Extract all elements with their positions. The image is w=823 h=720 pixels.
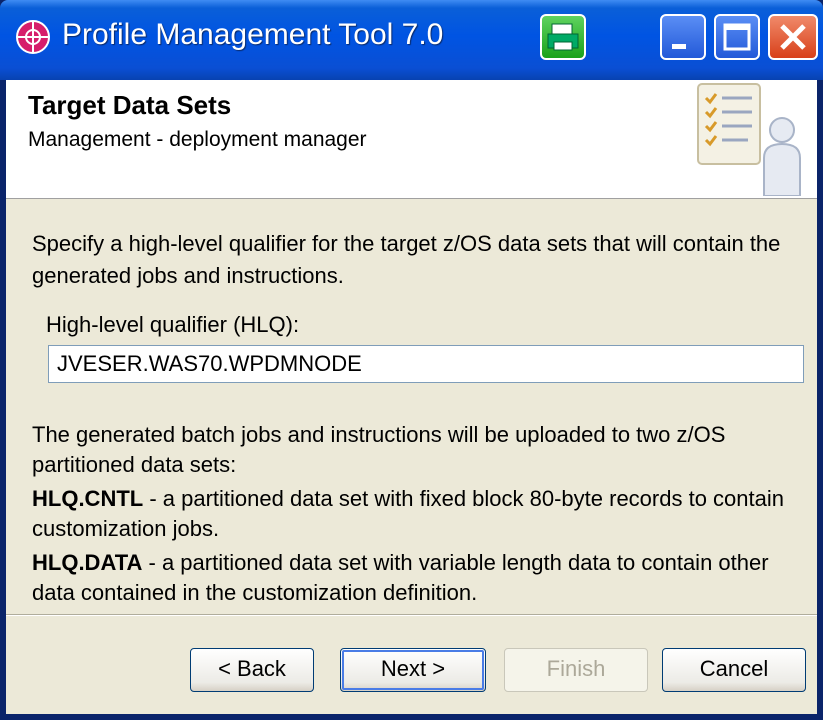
cntl-desc: - a partitioned data set with fixed bloc… — [32, 486, 784, 541]
data-name: HLQ.DATA — [32, 550, 143, 575]
dialog-body: Target Data Sets Management - deployment… — [6, 80, 817, 714]
upload-text: The generated batch jobs and instruction… — [32, 422, 726, 477]
wizard-header: Target Data Sets Management - deployment… — [6, 80, 817, 199]
button-divider — [6, 614, 817, 616]
minimize-icon — [672, 44, 686, 49]
print-button[interactable] — [540, 14, 586, 60]
maximize-icon — [723, 23, 751, 51]
intro-text: Specify a high-level qualifier for the t… — [32, 231, 781, 288]
next-button[interactable]: Next > — [340, 648, 486, 692]
cntl-name: HLQ.CNTL — [32, 486, 144, 511]
cntl-description: HLQ.CNTL - a partitioned data set with f… — [32, 484, 802, 544]
hlq-label: High-level qualifier (HLQ): — [46, 312, 300, 337]
window-title: Profile Management Tool 7.0 — [62, 18, 444, 51]
maximize-button[interactable] — [714, 14, 760, 60]
cancel-label: Cancel — [699, 656, 769, 681]
app-icon — [16, 20, 50, 54]
profile-management-window: Profile Management Tool 7.0 Target Data … — [0, 0, 823, 720]
back-button[interactable]: < Back — [190, 648, 314, 692]
next-label: Next > — [380, 656, 446, 681]
hlq-input[interactable] — [48, 345, 804, 383]
print-icon — [547, 23, 579, 51]
finish-button[interactable]: Finish — [504, 648, 648, 692]
title-bar[interactable]: Profile Management Tool 7.0 — [0, 0, 823, 80]
checklist-person-icon — [697, 83, 801, 196]
back-label: < Back — [218, 656, 286, 681]
cancel-button[interactable]: Cancel — [662, 648, 806, 692]
minimize-button[interactable] — [660, 14, 706, 60]
finish-label: Finish — [546, 656, 606, 681]
data-description: HLQ.DATA - a partitioned data set with v… — [32, 548, 802, 608]
close-button[interactable] — [768, 14, 818, 60]
page-subtitle: Management - deployment manager — [28, 128, 367, 151]
close-icon — [780, 24, 806, 50]
data-desc: - a partitioned data set with variable l… — [32, 550, 769, 605]
page-title: Target Data Sets — [28, 90, 232, 120]
